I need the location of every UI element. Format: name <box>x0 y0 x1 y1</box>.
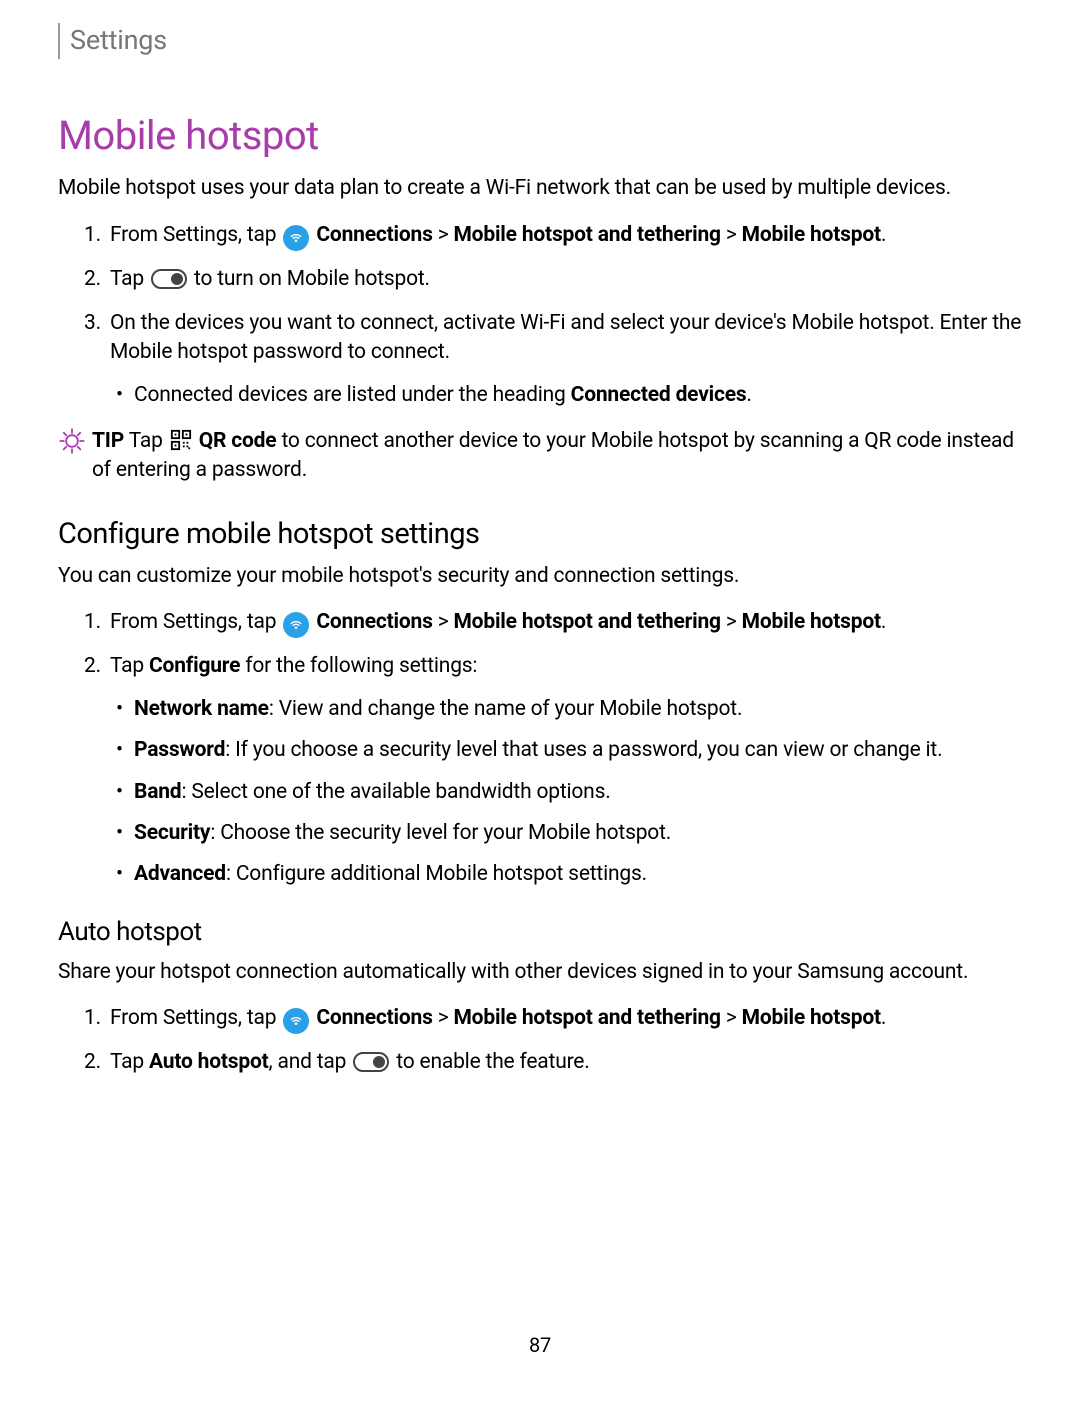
configure-title: Configure mobile hotspot settings <box>58 514 1022 555</box>
step-2: Tap to turn on Mobile hotspot. <box>110 265 1022 294</box>
option-security: Security: Choose the security level for … <box>134 819 1022 848</box>
step-3: On the devices you want to connect, acti… <box>110 309 1022 411</box>
step-1: From Settings, tap Connections > Mobile … <box>110 221 1022 251</box>
auto-step-2: Tap Auto hotspot, and tap to enable the … <box>110 1048 1022 1077</box>
configure-step-2: Tap Configure for the following settings… <box>110 652 1022 890</box>
option-network-name: Network name: View and change the name o… <box>134 695 1022 724</box>
page-title: Mobile hotspot <box>58 108 1022 164</box>
auto-hotspot-intro: Share your hotspot connection automatica… <box>58 958 1022 987</box>
tip-text: TIP Tap QR code to connect another devic… <box>92 427 1022 486</box>
step-3-sub-item: Connected devices are listed under the h… <box>134 381 1022 410</box>
connections-icon <box>283 225 309 251</box>
configure-intro: You can customize your mobile hotspot's … <box>58 562 1022 591</box>
tip-block: TIP Tap QR code to connect another devic… <box>58 427 1022 486</box>
configure-step-1: From Settings, tap Connections > Mobile … <box>110 608 1022 638</box>
auto-steps-list: From Settings, tap Connections > Mobile … <box>58 1004 1022 1077</box>
configure-options-list: Network name: View and change the name o… <box>110 695 1022 890</box>
intro-text: Mobile hotspot uses your data plan to cr… <box>58 174 1022 203</box>
option-password: Password: If you choose a security level… <box>134 736 1022 765</box>
toggle-icon <box>353 1052 389 1072</box>
qr-code-icon <box>170 429 192 451</box>
breadcrumb-title: Settings <box>70 22 167 60</box>
configure-steps-list: From Settings, tap Connections > Mobile … <box>58 608 1022 890</box>
main-steps-list: From Settings, tap Connections > Mobile … <box>58 221 1022 411</box>
page-number: 87 <box>0 1331 1080 1359</box>
connections-icon <box>283 1008 309 1034</box>
header-accent-bar <box>58 23 60 59</box>
lightbulb-icon <box>58 427 88 464</box>
option-band: Band: Select one of the available bandwi… <box>134 778 1022 807</box>
auto-step-1: From Settings, tap Connections > Mobile … <box>110 1004 1022 1034</box>
connections-icon <box>283 612 309 638</box>
breadcrumb-header: Settings <box>58 22 1022 60</box>
option-advanced: Advanced: Configure additional Mobile ho… <box>134 860 1022 889</box>
auto-hotspot-title: Auto hotspot <box>58 914 1022 950</box>
step-3-sublist: Connected devices are listed under the h… <box>110 381 1022 410</box>
toggle-icon <box>151 269 187 289</box>
